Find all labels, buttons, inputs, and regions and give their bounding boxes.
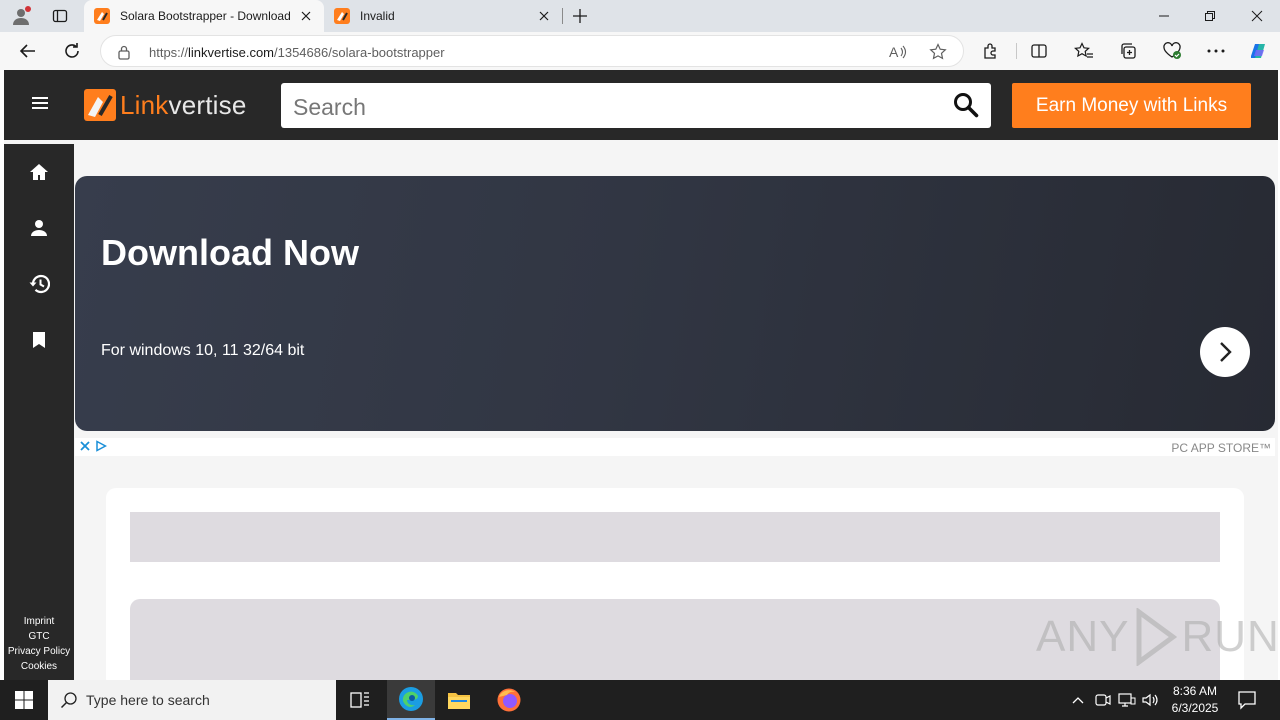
browser-tab-strip: Solara Bootstrapper - Download Invalid	[0, 0, 1280, 32]
site-search-input[interactable]: Search	[281, 83, 991, 128]
url-text: https://linkvertise.com/1354686/solara-b…	[149, 45, 445, 60]
close-window-icon[interactable]	[1234, 0, 1280, 32]
meet-now-icon[interactable]	[1093, 691, 1113, 709]
taskbar-search-placeholder: Type here to search	[86, 692, 210, 708]
minimize-icon[interactable]	[1141, 0, 1187, 32]
tab-divider	[562, 8, 563, 24]
favorite-star-icon[interactable]	[927, 42, 949, 62]
linkvertise-logo[interactable]: Linkvertise	[84, 89, 246, 121]
copilot-icon[interactable]	[1246, 39, 1270, 63]
clock-time: 8:36 AM	[1172, 684, 1218, 698]
toolbar-divider	[1016, 43, 1017, 59]
search-placeholder: Search	[293, 94, 366, 120]
favorites-icon[interactable]	[1072, 39, 1096, 63]
linkvertise-logo-icon	[84, 89, 116, 121]
home-icon[interactable]	[27, 160, 51, 184]
ad-choices-bar: PC APP STORE™	[75, 438, 1275, 456]
new-tab-icon[interactable]	[568, 4, 592, 28]
cookies-link[interactable]: Cookies	[4, 659, 74, 674]
user-icon[interactable]	[27, 216, 51, 240]
search-icon	[60, 692, 77, 709]
volume-icon[interactable]	[1141, 691, 1161, 709]
svg-text:A: A	[889, 44, 899, 60]
back-icon[interactable]	[14, 37, 42, 65]
chevron-right-icon	[1220, 342, 1232, 362]
tab-title: Invalid	[360, 9, 395, 23]
clock-date: 6/3/2025	[1171, 701, 1219, 715]
profile-avatar-icon[interactable]	[9, 4, 33, 28]
tab-invalid[interactable]: Invalid	[324, 0, 562, 32]
windows-taskbar: Type here to search 8:36 AM 6/3/2025	[0, 680, 1280, 720]
tab-solara-bootstrapper[interactable]: Solara Bootstrapper - Download	[84, 0, 324, 32]
linkvertise-favicon-icon	[94, 8, 110, 24]
tab-actions-icon[interactable]	[48, 4, 72, 28]
banner-subtitle: For windows 10, 11 32/64 bit	[101, 342, 305, 359]
address-bar[interactable]: https://linkvertise.com/1354686/solara-b…	[100, 35, 964, 67]
ad-close-icon[interactable]	[79, 440, 91, 452]
show-hidden-icons-chevron-up-icon[interactable]	[1068, 691, 1088, 709]
more-options-icon[interactable]	[1204, 39, 1228, 63]
collections-icon[interactable]	[1116, 39, 1140, 63]
read-aloud-icon[interactable]: A	[887, 42, 909, 62]
web-page: Linkvertise Search Earn Money with Links…	[4, 70, 1278, 680]
watermark-play-icon	[1136, 608, 1178, 666]
notifications-icon[interactable]	[1236, 689, 1258, 711]
edge-taskbar-icon[interactable]	[387, 680, 435, 720]
banner-next-button[interactable]	[1200, 327, 1250, 377]
system-clock[interactable]: 8:36 AM 6/3/2025	[1160, 683, 1230, 717]
site-sidebar: Imprint GTC Privacy Policy Cookies	[4, 144, 74, 680]
extensions-icon[interactable]	[979, 39, 1003, 63]
firefox-icon[interactable]	[485, 680, 533, 720]
brand-name: Linkvertise	[120, 89, 247, 120]
privacy-policy-link[interactable]: Privacy Policy	[4, 644, 74, 659]
browser-toolbar: https://linkvertise.com/1354686/solara-b…	[0, 32, 1280, 70]
linkvertise-favicon-icon	[334, 8, 350, 24]
gtc-link[interactable]: GTC	[4, 629, 74, 644]
browser-essentials-icon[interactable]	[1160, 39, 1184, 63]
imprint-link[interactable]: Imprint	[4, 614, 74, 629]
sidebar-footer-links: Imprint GTC Privacy Policy Cookies	[4, 614, 74, 674]
tab-title: Solara Bootstrapper - Download	[120, 9, 291, 23]
bookmark-icon[interactable]	[27, 328, 51, 352]
download-ad-banner[interactable]: Download Now For windows 10, 11 32/64 bi…	[75, 176, 1275, 431]
ad-sponsor-label[interactable]: PC APP STORE™	[1171, 441, 1271, 455]
windows-logo-icon	[15, 691, 33, 709]
earn-money-button[interactable]: Earn Money with Links	[1012, 83, 1251, 128]
close-tab-icon[interactable]	[536, 8, 552, 24]
ad-choices-icon[interactable]	[95, 440, 107, 452]
anyrun-watermark: ANY RUN	[1036, 608, 1278, 666]
banner-headline: Download Now	[101, 232, 359, 273]
taskbar-search-box[interactable]: Type here to search	[48, 680, 336, 720]
network-icon[interactable]	[1117, 691, 1137, 709]
start-button[interactable]	[0, 680, 48, 720]
task-view-icon[interactable]	[336, 680, 384, 720]
search-icon[interactable]	[953, 92, 979, 118]
loading-placeholder	[130, 512, 1220, 562]
split-screen-icon[interactable]	[1027, 39, 1051, 63]
refresh-icon[interactable]	[58, 37, 86, 65]
history-icon[interactable]	[27, 272, 51, 296]
lock-icon[interactable]	[117, 44, 131, 60]
file-explorer-icon[interactable]	[435, 680, 483, 720]
hamburger-menu-icon[interactable]	[32, 97, 48, 111]
site-header: Linkvertise Search Earn Money with Links	[4, 70, 1278, 140]
restore-icon[interactable]	[1187, 0, 1233, 32]
close-tab-icon[interactable]	[298, 8, 314, 24]
